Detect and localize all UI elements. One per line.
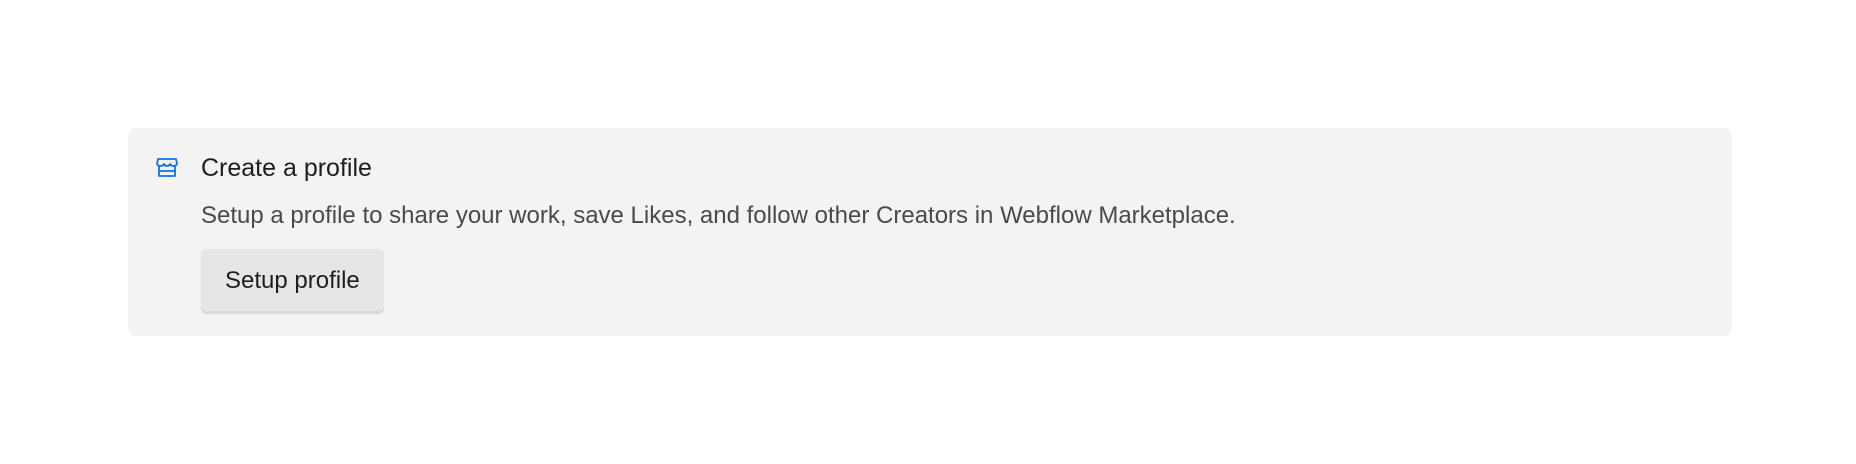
storefront-icon [154, 154, 180, 180]
card-description: Setup a profile to share your work, save… [201, 202, 1236, 229]
card-title: Create a profile [201, 154, 372, 182]
setup-profile-button[interactable]: Setup profile [201, 249, 384, 313]
create-profile-card: Create a profile Setup a profile to shar… [128, 128, 1732, 336]
